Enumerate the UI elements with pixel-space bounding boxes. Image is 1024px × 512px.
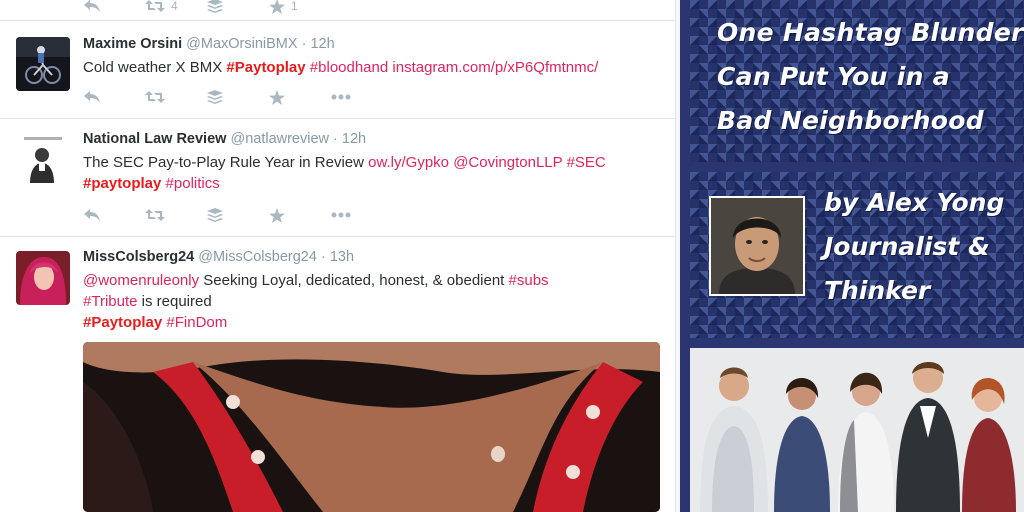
author-photo bbox=[709, 196, 805, 296]
author-line: by Alex Yong bbox=[824, 188, 1005, 217]
buffer-action[interactable] bbox=[207, 0, 269, 16]
tweet-actions bbox=[83, 87, 393, 107]
hashtag-link[interactable]: #politics bbox=[166, 175, 220, 192]
url-link[interactable]: instagram.com/p/xP6Qfmtnmc/ bbox=[392, 59, 598, 76]
favorite-action[interactable]: 1 bbox=[269, 0, 331, 16]
retweet-count: 4 bbox=[171, 0, 178, 13]
mention-link[interactable]: @CovingtonLLP bbox=[453, 154, 562, 171]
tweet-item[interactable]: Maxime Orsini @MaxOrsiniBMX · 12h Cold w… bbox=[0, 21, 676, 119]
hashtag-link[interactable]: #FinDom bbox=[166, 314, 227, 331]
natlaw-logo bbox=[16, 133, 70, 187]
author-panel: by Alex Yong Journalist & Thinker bbox=[690, 172, 1024, 338]
hashtag-link[interactable]: #SEC bbox=[567, 154, 606, 171]
reply-action[interactable] bbox=[83, 0, 145, 16]
friends-photo bbox=[690, 348, 1024, 512]
author-name[interactable]: Maxime Orsini bbox=[83, 36, 182, 52]
hashtag-link[interactable]: #paytoplay bbox=[83, 175, 161, 192]
tweet-actions bbox=[83, 205, 393, 225]
reply-action[interactable] bbox=[83, 205, 145, 225]
text-segment: The SEC Pay-to-Play Rule Year in Review bbox=[83, 154, 369, 171]
retweet-icon bbox=[145, 91, 165, 103]
hashtag-link[interactable]: #Paytoplay bbox=[83, 314, 162, 331]
group-photo bbox=[690, 348, 1024, 512]
favorite-action[interactable] bbox=[269, 87, 331, 107]
author-line: Thinker bbox=[824, 276, 931, 305]
buffer-icon bbox=[207, 90, 223, 104]
hashtag-link[interactable]: #bloodhand bbox=[310, 59, 388, 76]
media-photo bbox=[83, 342, 660, 512]
author-portrait bbox=[711, 198, 803, 294]
avatar[interactable] bbox=[16, 133, 70, 187]
author-name[interactable]: MissColsberg24 bbox=[83, 249, 194, 265]
retweet-icon bbox=[145, 0, 165, 12]
tweet-text: @womenruleonly Seeking Loyal, dedicated,… bbox=[83, 270, 660, 333]
author-line: Journalist & bbox=[824, 232, 990, 261]
profile-photo bbox=[16, 251, 70, 305]
tweet-media-image[interactable] bbox=[83, 342, 660, 512]
twitter-timeline: 4 1 Maxime Orsini @MaxOrsiniBMX · 12h Co… bbox=[0, 0, 680, 512]
retweet-action[interactable]: 4 bbox=[145, 0, 207, 16]
hashtag-link[interactable]: #subs bbox=[509, 272, 549, 289]
avatar[interactable] bbox=[16, 37, 70, 91]
title-line: Can Put You in a bbox=[717, 62, 950, 91]
buffer-action[interactable] bbox=[207, 87, 269, 107]
retweet-action[interactable] bbox=[145, 205, 207, 225]
buffer-action[interactable] bbox=[207, 205, 269, 225]
avatar[interactable] bbox=[16, 251, 70, 305]
tweet-time[interactable]: · 12h bbox=[302, 36, 335, 52]
tweet-partial[interactable]: 4 1 bbox=[0, 0, 676, 21]
text-segment: Seeking Loyal, dedicated, honest, & obed… bbox=[199, 272, 509, 289]
title-panel: One Hashtag Blunder Can Put You in a Bad… bbox=[690, 0, 1024, 162]
favorite-action[interactable] bbox=[269, 205, 331, 225]
tweet-text: The SEC Pay-to-Play Rule Year in Review … bbox=[83, 152, 660, 194]
mention-link[interactable]: @womenruleonly bbox=[83, 272, 199, 289]
tweet-item[interactable]: National Law Review @natlawreview · 12h … bbox=[0, 119, 676, 237]
favorite-count: 1 bbox=[291, 0, 298, 13]
tweet-header: National Law Review @natlawreview · 12h bbox=[83, 130, 660, 148]
text-segment: Cold weather X BMX bbox=[83, 59, 227, 76]
tweet-header: MissColsberg24 @MissColsberg24 · 13h bbox=[83, 248, 660, 266]
tweet-text: Cold weather X BMX #Paytoplay #bloodhand… bbox=[83, 57, 660, 78]
more-icon bbox=[331, 94, 351, 100]
hashtag-link[interactable]: #Paytoplay bbox=[226, 59, 305, 76]
blog-graphic: One Hashtag Blunder Can Put You in a Bad… bbox=[680, 0, 1024, 512]
author-handle[interactable]: @MaxOrsiniBMX bbox=[186, 36, 297, 52]
more-action[interactable] bbox=[331, 87, 393, 107]
star-icon bbox=[269, 0, 285, 14]
title-line: One Hashtag Blunder bbox=[717, 18, 1024, 47]
author-handle[interactable]: @MissColsberg24 bbox=[198, 249, 317, 265]
star-icon bbox=[269, 207, 285, 223]
retweet-icon bbox=[145, 209, 165, 221]
text-segment: is required bbox=[137, 293, 212, 310]
reply-action[interactable] bbox=[83, 87, 145, 107]
buffer-icon bbox=[207, 208, 223, 222]
tweet-header: Maxime Orsini @MaxOrsiniBMX · 12h bbox=[83, 35, 660, 53]
author-name[interactable]: National Law Review bbox=[83, 131, 226, 147]
star-icon bbox=[269, 89, 285, 105]
more-action[interactable] bbox=[331, 205, 393, 225]
tweet-time[interactable]: · 12h bbox=[333, 131, 366, 147]
tweet-time[interactable]: · 13h bbox=[321, 249, 354, 265]
author-handle[interactable]: @natlawreview bbox=[230, 131, 329, 147]
reply-icon bbox=[84, 209, 100, 221]
hashtag-link[interactable]: #Tribute bbox=[83, 293, 137, 310]
reply-icon bbox=[84, 0, 100, 12]
url-link[interactable]: ow.ly/Gypko bbox=[368, 154, 449, 171]
timeline-column: 4 1 Maxime Orsini @MaxOrsiniBMX · 12h Co… bbox=[0, 0, 676, 512]
tweet-actions: 4 1 bbox=[83, 0, 331, 16]
buffer-icon bbox=[207, 0, 223, 13]
retweet-action[interactable] bbox=[145, 87, 207, 107]
title-line: Bad Neighborhood bbox=[717, 106, 984, 135]
bmx-photo bbox=[16, 37, 70, 91]
reply-icon bbox=[84, 91, 100, 103]
more-icon bbox=[331, 212, 351, 218]
